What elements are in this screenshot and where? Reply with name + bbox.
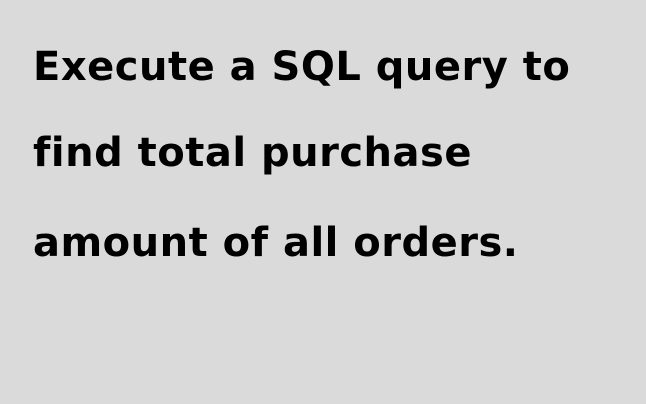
prompt-line-2: find total purchase <box>33 130 472 176</box>
prompt-line-1: Execute a SQL query to <box>33 44 571 90</box>
prompt-line-3: amount of all orders. <box>33 220 519 266</box>
slide: Execute a SQL query to find total purcha… <box>0 0 646 404</box>
